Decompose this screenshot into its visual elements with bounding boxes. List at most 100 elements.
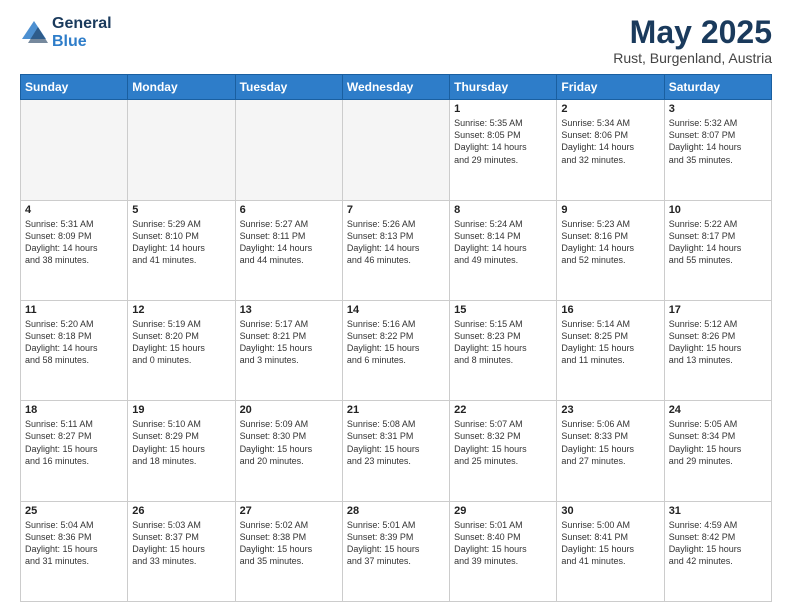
cell-text: Sunrise: 5:19 AM Sunset: 8:20 PM Dayligh… [132, 318, 230, 367]
cell-text: Sunrise: 5:16 AM Sunset: 8:22 PM Dayligh… [347, 318, 445, 367]
calendar-cell: 12Sunrise: 5:19 AM Sunset: 8:20 PM Dayli… [128, 300, 235, 400]
calendar-cell: 1 Sunrise: 5:35 AM Sunset: 8:05 PM Daylig… [450, 100, 557, 200]
calendar-cell: 6 Sunrise: 5:27 AM Sunset: 8:11 PM Daylig… [235, 200, 342, 300]
calendar-week-0: 1 Sunrise: 5:35 AM Sunset: 8:05 PM Daylig… [21, 100, 772, 200]
day-number: 13 [240, 304, 338, 316]
logo-icon [20, 19, 48, 47]
calendar-cell: 3 Sunrise: 5:32 AM Sunset: 8:07 PM Daylig… [664, 100, 771, 200]
cell-text: Sunrise: 5:32 AM Sunset: 8:07 PM Dayligh… [669, 117, 767, 166]
calendar-cell: 16 Sunrise: 5:14 AM Sunset: 8:25 PM Dayli… [557, 300, 664, 400]
calendar-cell: 21 Sunrise: 5:08 AM Sunset: 8:31 PM Dayli… [342, 401, 449, 501]
calendar-week-1: 4 Sunrise: 5:31 AM Sunset: 8:09 PM Daylig… [21, 200, 772, 300]
calendar-cell: 20 Sunrise: 5:09 AM Sunset: 8:30 PM Dayli… [235, 401, 342, 501]
cell-text: Sunrise: 5:09 AM Sunset: 8:30 PM Dayligh… [240, 418, 338, 467]
subtitle: Rust, Burgenland, Austria [613, 50, 772, 66]
cell-text: Sunrise: 5:26 AM Sunset: 8:13 PM Dayligh… [347, 218, 445, 267]
col-header-tuesday: Tuesday [235, 75, 342, 100]
day-number: 27 [240, 505, 338, 517]
col-header-thursday: Thursday [450, 75, 557, 100]
day-number: 22 [454, 404, 552, 416]
calendar-cell: 26Sunrise: 5:03 AM Sunset: 8:37 PM Dayli… [128, 501, 235, 601]
logo: General Blue [20, 15, 112, 51]
calendar-cell: 31Sunrise: 4:59 AM Sunset: 8:42 PM Dayli… [664, 501, 771, 601]
calendar-cell [21, 100, 128, 200]
calendar-cell: 15 Sunrise: 5:15 AM Sunset: 8:23 PM Dayli… [450, 300, 557, 400]
day-number: 29 [454, 505, 552, 517]
calendar-cell: 23 Sunrise: 5:06 AM Sunset: 8:33 PM Dayli… [557, 401, 664, 501]
calendar-cell: 4 Sunrise: 5:31 AM Sunset: 8:09 PM Daylig… [21, 200, 128, 300]
day-number: 16 [561, 304, 659, 316]
main-title: May 2025 [613, 15, 772, 50]
logo-text: General Blue [52, 15, 112, 51]
day-number: 8 [454, 204, 552, 216]
col-header-saturday: Saturday [664, 75, 771, 100]
cell-text: Sunrise: 5:04 AM Sunset: 8:36 PM Dayligh… [25, 519, 123, 568]
cell-text: Sunrise: 5:06 AM Sunset: 8:33 PM Dayligh… [561, 418, 659, 467]
day-number: 25 [25, 505, 123, 517]
day-number: 20 [240, 404, 338, 416]
cell-text: Sunrise: 5:31 AM Sunset: 8:09 PM Dayligh… [25, 218, 123, 267]
calendar-cell: 17Sunrise: 5:12 AM Sunset: 8:26 PM Dayli… [664, 300, 771, 400]
cell-text: Sunrise: 5:17 AM Sunset: 8:21 PM Dayligh… [240, 318, 338, 367]
day-number: 6 [240, 204, 338, 216]
calendar-week-2: 11 Sunrise: 5:20 AM Sunset: 8:18 PM Dayli… [21, 300, 772, 400]
day-number: 18 [25, 404, 123, 416]
calendar-cell: 28Sunrise: 5:01 AM Sunset: 8:39 PM Dayli… [342, 501, 449, 601]
cell-text: Sunrise: 5:14 AM Sunset: 8:25 PM Dayligh… [561, 318, 659, 367]
calendar-week-4: 25 Sunrise: 5:04 AM Sunset: 8:36 PM Dayli… [21, 501, 772, 601]
col-header-monday: Monday [128, 75, 235, 100]
day-number: 14 [347, 304, 445, 316]
calendar-cell [128, 100, 235, 200]
calendar-cell: 29 Sunrise: 5:01 AM Sunset: 8:40 PM Dayli… [450, 501, 557, 601]
calendar-cell: 7Sunrise: 5:26 AM Sunset: 8:13 PM Daylig… [342, 200, 449, 300]
calendar-cell: 8 Sunrise: 5:24 AM Sunset: 8:14 PM Daylig… [450, 200, 557, 300]
cell-text: Sunrise: 5:10 AM Sunset: 8:29 PM Dayligh… [132, 418, 230, 467]
day-number: 19 [132, 404, 230, 416]
day-number: 30 [561, 505, 659, 517]
day-number: 3 [669, 103, 767, 115]
calendar-cell: 11 Sunrise: 5:20 AM Sunset: 8:18 PM Dayli… [21, 300, 128, 400]
day-number: 2 [561, 103, 659, 115]
calendar-cell: 19 Sunrise: 5:10 AM Sunset: 8:29 PM Dayli… [128, 401, 235, 501]
day-number: 11 [25, 304, 123, 316]
day-number: 1 [454, 103, 552, 115]
calendar-week-3: 18Sunrise: 5:11 AM Sunset: 8:27 PM Dayli… [21, 401, 772, 501]
day-number: 9 [561, 204, 659, 216]
day-number: 5 [132, 204, 230, 216]
cell-text: Sunrise: 5:27 AM Sunset: 8:11 PM Dayligh… [240, 218, 338, 267]
cell-text: Sunrise: 5:08 AM Sunset: 8:31 PM Dayligh… [347, 418, 445, 467]
calendar-header-row: SundayMondayTuesdayWednesdayThursdayFrid… [21, 75, 772, 100]
day-number: 21 [347, 404, 445, 416]
cell-text: Sunrise: 5:12 AM Sunset: 8:26 PM Dayligh… [669, 318, 767, 367]
calendar-cell: 14 Sunrise: 5:16 AM Sunset: 8:22 PM Dayli… [342, 300, 449, 400]
calendar-cell: 10 Sunrise: 5:22 AM Sunset: 8:17 PM Dayli… [664, 200, 771, 300]
day-number: 10 [669, 204, 767, 216]
cell-text: Sunrise: 5:22 AM Sunset: 8:17 PM Dayligh… [669, 218, 767, 267]
day-number: 23 [561, 404, 659, 416]
cell-text: Sunrise: 5:01 AM Sunset: 8:39 PM Dayligh… [347, 519, 445, 568]
cell-text: Sunrise: 5:15 AM Sunset: 8:23 PM Dayligh… [454, 318, 552, 367]
calendar-cell: 30 Sunrise: 5:00 AM Sunset: 8:41 PM Dayli… [557, 501, 664, 601]
cell-text: Sunrise: 5:05 AM Sunset: 8:34 PM Dayligh… [669, 418, 767, 467]
calendar-cell: 2Sunrise: 5:34 AM Sunset: 8:06 PM Daylig… [557, 100, 664, 200]
cell-text: Sunrise: 5:35 AM Sunset: 8:05 PM Dayligh… [454, 117, 552, 166]
cell-text: Sunrise: 5:03 AM Sunset: 8:37 PM Dayligh… [132, 519, 230, 568]
cell-text: Sunrise: 5:01 AM Sunset: 8:40 PM Dayligh… [454, 519, 552, 568]
cell-text: Sunrise: 5:20 AM Sunset: 8:18 PM Dayligh… [25, 318, 123, 367]
col-header-wednesday: Wednesday [342, 75, 449, 100]
calendar-cell: 27Sunrise: 5:02 AM Sunset: 8:38 PM Dayli… [235, 501, 342, 601]
calendar-cell: 22Sunrise: 5:07 AM Sunset: 8:32 PM Dayli… [450, 401, 557, 501]
calendar-cell: 5Sunrise: 5:29 AM Sunset: 8:10 PM Daylig… [128, 200, 235, 300]
cell-text: Sunrise: 5:00 AM Sunset: 8:41 PM Dayligh… [561, 519, 659, 568]
calendar-cell: 25 Sunrise: 5:04 AM Sunset: 8:36 PM Dayli… [21, 501, 128, 601]
header: General Blue May 2025 Rust, Burgenland, … [20, 15, 772, 66]
day-number: 4 [25, 204, 123, 216]
calendar-cell: 9 Sunrise: 5:23 AM Sunset: 8:16 PM Daylig… [557, 200, 664, 300]
title-block: May 2025 Rust, Burgenland, Austria [613, 15, 772, 66]
cell-text: Sunrise: 5:24 AM Sunset: 8:14 PM Dayligh… [454, 218, 552, 267]
page: General Blue May 2025 Rust, Burgenland, … [0, 0, 792, 612]
day-number: 15 [454, 304, 552, 316]
calendar-cell [235, 100, 342, 200]
calendar-cell [342, 100, 449, 200]
cell-text: Sunrise: 5:23 AM Sunset: 8:16 PM Dayligh… [561, 218, 659, 267]
